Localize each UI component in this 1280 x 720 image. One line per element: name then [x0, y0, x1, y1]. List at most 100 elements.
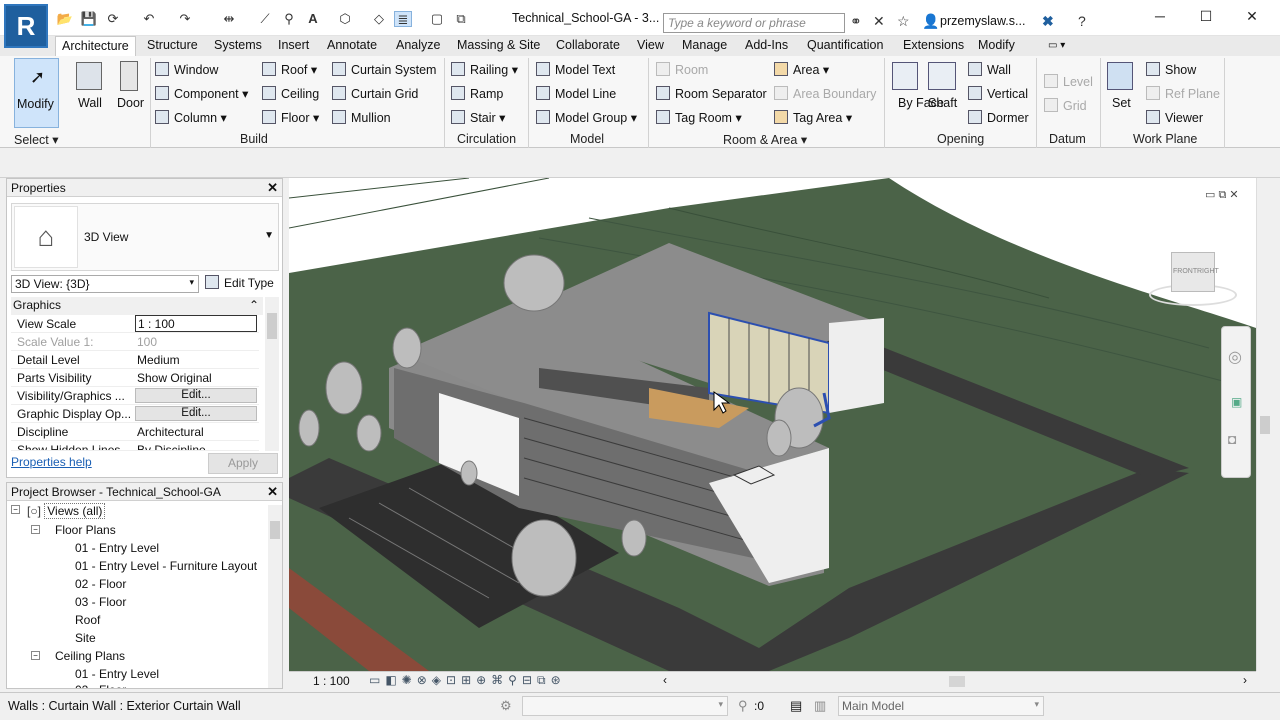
wall-icon[interactable] [76, 62, 102, 90]
ceiling-button[interactable]: Ceiling [262, 86, 319, 101]
wall-button[interactable]: Wall [78, 96, 102, 110]
ref-plane-button[interactable]: Ref Plane [1146, 86, 1220, 101]
view-scale-input[interactable]: 1 : 100 [135, 315, 257, 332]
area-button[interactable]: Area ▾ [774, 62, 829, 77]
prop-value[interactable]: Medium [137, 353, 180, 367]
thin-lines-icon[interactable]: ≣ [394, 11, 412, 27]
type-dropdown-icon[interactable]: ▼ [264, 230, 274, 241]
browser-scrollbar[interactable] [268, 505, 282, 688]
open-icon[interactable]: 📂 [56, 11, 74, 27]
prop-row[interactable]: Parts Visibility Show Original [11, 369, 259, 387]
graphic-display-edit-button[interactable]: Edit... [135, 406, 257, 421]
view-control-icons[interactable]: ▭◧✺⊗◈⊡⊞⊕⌘⚲⊟⧉⊛ [369, 673, 566, 688]
prop-row[interactable]: Discipline Architectural [11, 423, 259, 441]
tree-item[interactable]: 02 - Floor [75, 683, 126, 688]
tab-modify[interactable]: Modify [978, 38, 1015, 52]
tab-analyze[interactable]: Analyze [396, 38, 440, 52]
properties-help-link[interactable]: Properties help [11, 455, 92, 469]
navigation-bar[interactable]: ◎ ▣ ◘ [1221, 326, 1251, 478]
tab-extensions[interactable]: Extensions [903, 38, 964, 52]
group-select[interactable]: Select ▾ [14, 132, 59, 147]
column-button[interactable]: Column ▾ [155, 110, 227, 125]
tag-area-button[interactable]: Tag Area ▾ [774, 110, 852, 125]
grid-button[interactable]: Grid [1044, 98, 1087, 113]
view-selector[interactable]: 3D View: {3D} ▾ [11, 275, 199, 293]
design-options-icon[interactable]: ▥ [814, 698, 826, 714]
mullion-button[interactable]: Mullion [332, 110, 391, 125]
text-icon[interactable]: A [304, 11, 322, 27]
tab-annotate[interactable]: Annotate [327, 38, 377, 52]
component-button[interactable]: Component ▾ [155, 86, 248, 101]
view-scale-control[interactable]: 1 : 100 [313, 674, 350, 688]
default-3d-icon[interactable]: ⬡ [336, 11, 354, 27]
zoom-icon[interactable]: ▣ [1231, 395, 1242, 409]
apply-button[interactable]: Apply [208, 453, 278, 474]
tab-add-ins[interactable]: Add-Ins [745, 38, 788, 52]
viewport-vertical-scrollbar[interactable] [1256, 178, 1272, 671]
room-separator-button[interactable]: Room Separator [656, 86, 767, 101]
subscription-icon[interactable]: ✕ [873, 13, 885, 30]
tree-item[interactable]: 01 - Entry Level - Furniture Layout [75, 559, 257, 573]
steering-wheel-icon[interactable]: ◎ [1228, 347, 1242, 367]
collapse-toggle-icon[interactable]: − [31, 651, 40, 660]
tree-item[interactable]: 01 - Entry Level [75, 541, 159, 555]
level-button[interactable]: Level [1044, 74, 1093, 89]
viewcube-front-label[interactable]: FRONT [1173, 268, 1197, 275]
properties-close-icon[interactable]: ✕ [267, 180, 278, 196]
floor-button[interactable]: Floor ▾ [262, 110, 319, 125]
search-input[interactable]: Type a keyword or phrase [663, 13, 845, 33]
tab-view[interactable]: View [637, 38, 664, 52]
curtain-system-button[interactable]: Curtain System [332, 62, 436, 77]
redo-icon[interactable]: ↷ [176, 11, 194, 27]
prop-value[interactable]: Show Original [137, 371, 212, 385]
tag-icon[interactable]: ⚲ [280, 11, 298, 27]
stair-button[interactable]: Stair ▾ [451, 110, 505, 125]
tree-item[interactable]: Roof [75, 613, 100, 627]
pan-icon[interactable]: ◘ [1228, 431, 1236, 447]
scroll-left-icon[interactable]: ‹ [663, 673, 667, 687]
door-button[interactable]: Door [117, 96, 144, 110]
prop-value[interactable]: Architectural [137, 425, 204, 439]
switch-windows-icon[interactable]: ⧉ [452, 11, 470, 27]
autodesk-app-icon[interactable]: ✖ [1042, 13, 1054, 30]
views-all-node[interactable]: [○] Views (all) [27, 503, 106, 519]
close-hidden-icon[interactable]: ▢ [428, 11, 446, 27]
tab-quantification[interactable]: Quantification [807, 38, 883, 52]
sections-icon[interactable]: ◇ [370, 11, 388, 27]
browser-close-icon[interactable]: ✕ [267, 484, 278, 500]
railing-button[interactable]: Railing ▾ [451, 62, 518, 77]
save-icon[interactable]: 💾 [80, 11, 98, 27]
tab-insert[interactable]: Insert [278, 38, 309, 52]
tree-folder[interactable]: Floor Plans [55, 523, 116, 537]
tree-item[interactable]: 03 - Floor [75, 595, 126, 609]
model-text-button[interactable]: Model Text [536, 62, 615, 77]
user-icon[interactable]: 👤 [922, 13, 939, 30]
wall-opening-button[interactable]: Wall [968, 62, 1011, 77]
shaft-button[interactable]: Shaft [928, 96, 957, 110]
model-group-button[interactable]: Model Group ▾ [536, 110, 637, 125]
prop-row[interactable]: Graphic Display Op... Edit... [11, 405, 259, 423]
model-line-button[interactable]: Model Line [536, 86, 616, 101]
set-workplane-icon[interactable] [1107, 62, 1133, 90]
prop-row[interactable]: Show Hidden Lines By Discipline [11, 441, 259, 451]
main-model-dropdown[interactable]: Main Model ▾ [838, 696, 1044, 716]
ribbon-toggle-icon[interactable]: ▭ ▾ [1048, 40, 1065, 51]
dormer-button[interactable]: Dormer [968, 110, 1029, 125]
window-button[interactable]: Window [155, 62, 218, 77]
undo-icon[interactable]: ↶ [140, 11, 158, 27]
collapse-toggle-icon[interactable]: − [11, 505, 20, 514]
roof-button[interactable]: Roof ▾ [262, 62, 317, 77]
room-button[interactable]: Room [656, 62, 708, 77]
prop-row[interactable]: View Scale 1 : 100 [11, 315, 259, 333]
prop-value[interactable]: By Discipline [137, 443, 206, 450]
visibility-edit-button[interactable]: Edit... [135, 388, 257, 403]
by-face-icon[interactable] [892, 62, 918, 90]
tab-massing-site[interactable]: Massing & Site [457, 38, 540, 52]
tab-collaborate[interactable]: Collaborate [556, 38, 620, 52]
tab-systems[interactable]: Systems [214, 38, 262, 52]
scroll-right-icon[interactable]: › [1243, 673, 1247, 687]
minimize-button[interactable]: ─ [1137, 8, 1183, 28]
user-name[interactable]: przemyslaw.s... [940, 14, 1025, 28]
vertical-button[interactable]: Vertical [968, 86, 1028, 101]
maximize-button[interactable]: ☐ [1183, 8, 1229, 28]
